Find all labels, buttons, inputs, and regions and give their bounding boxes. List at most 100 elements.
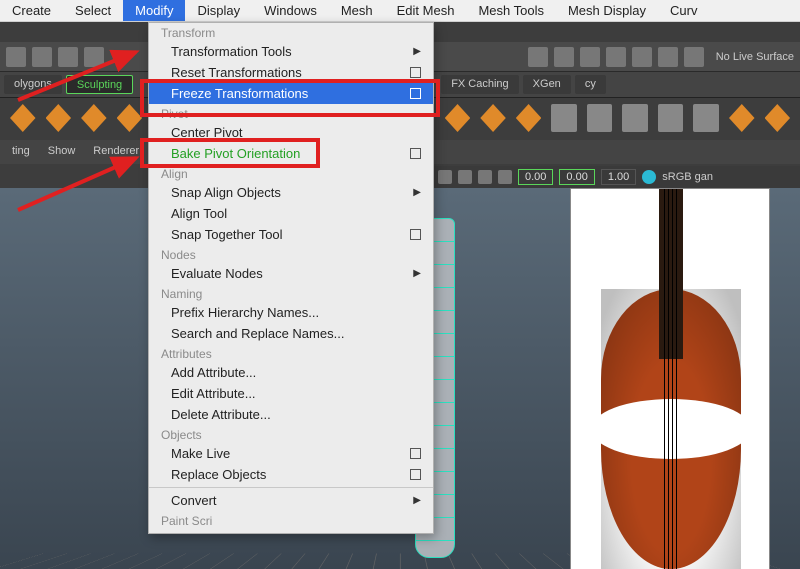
viewport-status: 0.00 0.00 1.00 sRGB gan — [430, 166, 800, 188]
menu-item-make-live[interactable]: Make Live — [149, 443, 433, 464]
menubar-item-curv[interactable]: Curv — [658, 0, 709, 21]
menubar-item-mesh-tools[interactable]: Mesh Tools — [466, 0, 556, 21]
snap-icon[interactable] — [458, 170, 472, 184]
menu-item-label: Convert — [171, 493, 217, 508]
option-box-icon[interactable] — [410, 67, 421, 78]
tool-1-icon[interactable] — [554, 47, 574, 67]
poly-tool-1-icon[interactable] — [445, 104, 471, 132]
colorspace-icon[interactable] — [642, 170, 656, 184]
colorspace-label: sRGB gan — [662, 171, 713, 183]
menu-item-snap-together-tool[interactable]: Snap Together Tool — [149, 224, 433, 245]
poly-tool-5-icon[interactable] — [587, 104, 613, 132]
tool-5-icon[interactable] — [658, 47, 678, 67]
menu-section-nodes: Nodes — [149, 245, 433, 263]
menu-item-label: Add Attribute... — [171, 365, 256, 380]
menubar-item-display[interactable]: Display — [185, 0, 252, 21]
menu-item-bake-pivot-orientation[interactable]: Bake Pivot Orientation — [149, 143, 433, 164]
poly-prim-4-icon[interactable] — [117, 104, 143, 132]
panel-tab-show[interactable]: Show — [40, 142, 84, 162]
undo-icon[interactable] — [58, 47, 78, 67]
tool-4-icon[interactable] — [632, 47, 652, 67]
menu-item-label: Search and Replace Names... — [171, 326, 344, 341]
menu-item-label: Replace Objects — [171, 467, 266, 482]
menubar-item-create[interactable]: Create — [0, 0, 63, 21]
menu-item-align-tool[interactable]: Align Tool — [149, 203, 433, 224]
menu-item-label: Freeze Transformations — [171, 86, 308, 101]
poly-tool-2-icon[interactable] — [480, 104, 506, 132]
poly-tool-4-icon[interactable] — [551, 104, 577, 132]
submenu-arrow-icon: ▶ — [413, 46, 421, 57]
tool-2-icon[interactable] — [580, 47, 600, 67]
poly-prim-2-icon[interactable] — [46, 104, 72, 132]
menu-item-label: Delete Attribute... — [171, 407, 271, 422]
poly-tool-10-icon[interactable] — [765, 104, 791, 132]
menu-item-label: Prefix Hierarchy Names... — [171, 305, 319, 320]
save-icon[interactable] — [32, 47, 52, 67]
menu-item-label: Evaluate Nodes — [171, 266, 263, 281]
option-box-icon[interactable] — [410, 469, 421, 480]
menu-item-label: Reset Transformations — [171, 65, 302, 80]
menu-item-center-pivot[interactable]: Center Pivot — [149, 122, 433, 143]
tool-3-icon[interactable] — [606, 47, 626, 67]
cam-icon[interactable] — [498, 170, 512, 184]
menu-item-label: Transformation Tools — [171, 44, 292, 59]
panel-tab-ting[interactable]: ting — [4, 142, 38, 162]
menubar-item-edit-mesh[interactable]: Edit Mesh — [385, 0, 467, 21]
menubar-item-mesh[interactable]: Mesh — [329, 0, 385, 21]
coord-z[interactable]: 1.00 — [601, 169, 636, 185]
poly-prim-3-icon[interactable] — [81, 104, 107, 132]
menu-item-freeze-transformations[interactable]: Freeze Transformations — [149, 83, 433, 104]
menu-item-delete-attribute[interactable]: Delete Attribute... — [149, 404, 433, 425]
menu-item-label: Edit Attribute... — [171, 386, 256, 401]
file-icon[interactable] — [6, 47, 26, 67]
menu-item-transformation-tools[interactable]: Transformation Tools ▶ — [149, 41, 433, 62]
menu-item-replace-objects[interactable]: Replace Objects — [149, 464, 433, 485]
poly-tool-6-icon[interactable] — [622, 104, 648, 132]
tab-polygons[interactable]: olygons — [4, 75, 62, 94]
tab-xgen[interactable]: XGen — [523, 75, 571, 94]
grid-icon[interactable] — [478, 170, 492, 184]
tab-sculpting[interactable]: Sculpting — [66, 75, 133, 94]
submenu-arrow-icon: ▶ — [413, 268, 421, 279]
redo-icon[interactable] — [84, 47, 104, 67]
menu-section-objects: Objects — [149, 425, 433, 443]
menubar-item-select[interactable]: Select — [63, 0, 123, 21]
poly-tool-7-icon[interactable] — [658, 104, 684, 132]
menu-item-label: Snap Together Tool — [171, 227, 283, 242]
menubar-item-windows[interactable]: Windows — [252, 0, 329, 21]
menu-item-convert[interactable]: Convert ▶ — [149, 490, 433, 511]
poly-tool-8-icon[interactable] — [693, 104, 719, 132]
poly-tool-9-icon[interactable] — [729, 104, 755, 132]
panel-tab-renderer[interactable]: Renderer — [85, 142, 147, 162]
menu-item-add-attribute[interactable]: Add Attribute... — [149, 362, 433, 383]
option-box-icon[interactable] — [410, 148, 421, 159]
option-box-icon[interactable] — [410, 229, 421, 240]
submenu-arrow-icon: ▶ — [413, 495, 421, 506]
menu-item-snap-align-objects[interactable]: Snap Align Objects▶ — [149, 182, 433, 203]
menu-section-naming: Naming — [149, 284, 433, 302]
image-plane[interactable] — [570, 188, 770, 569]
option-box-icon[interactable] — [410, 448, 421, 459]
tab-cy[interactable]: cy — [575, 75, 606, 94]
poly-tool-3-icon[interactable] — [516, 104, 542, 132]
no-live-surface-label[interactable]: No Live Surface — [716, 51, 794, 63]
menu-section-transform: Transform — [149, 23, 433, 41]
menu-item-prefix-hierarchy-names[interactable]: Prefix Hierarchy Names... — [149, 302, 433, 323]
menu-item-label: Align Tool — [171, 206, 227, 221]
menu-item-edit-attribute[interactable]: Edit Attribute... — [149, 383, 433, 404]
cursor-icon[interactable] — [438, 170, 452, 184]
submenu-arrow-icon: ▶ — [413, 187, 421, 198]
tab-fxcaching[interactable]: FX Caching — [441, 75, 518, 94]
menu-item-search-and-replace-names[interactable]: Search and Replace Names... — [149, 323, 433, 344]
menu-item-evaluate-nodes[interactable]: Evaluate Nodes ▶ — [149, 263, 433, 284]
menubar-item-modify[interactable]: Modify — [123, 0, 185, 21]
lock-icon[interactable] — [528, 47, 548, 67]
poly-prim-1-icon[interactable] — [10, 104, 36, 132]
menu-item-reset-transformations[interactable]: Reset Transformations — [149, 62, 433, 83]
coord-x[interactable]: 0.00 — [518, 169, 553, 185]
coord-y[interactable]: 0.00 — [559, 169, 594, 185]
menubar-item-mesh-display[interactable]: Mesh Display — [556, 0, 658, 21]
option-box-icon[interactable] — [410, 88, 421, 99]
tool-6-icon[interactable] — [684, 47, 704, 67]
menu-section-attributes: Attributes — [149, 344, 433, 362]
